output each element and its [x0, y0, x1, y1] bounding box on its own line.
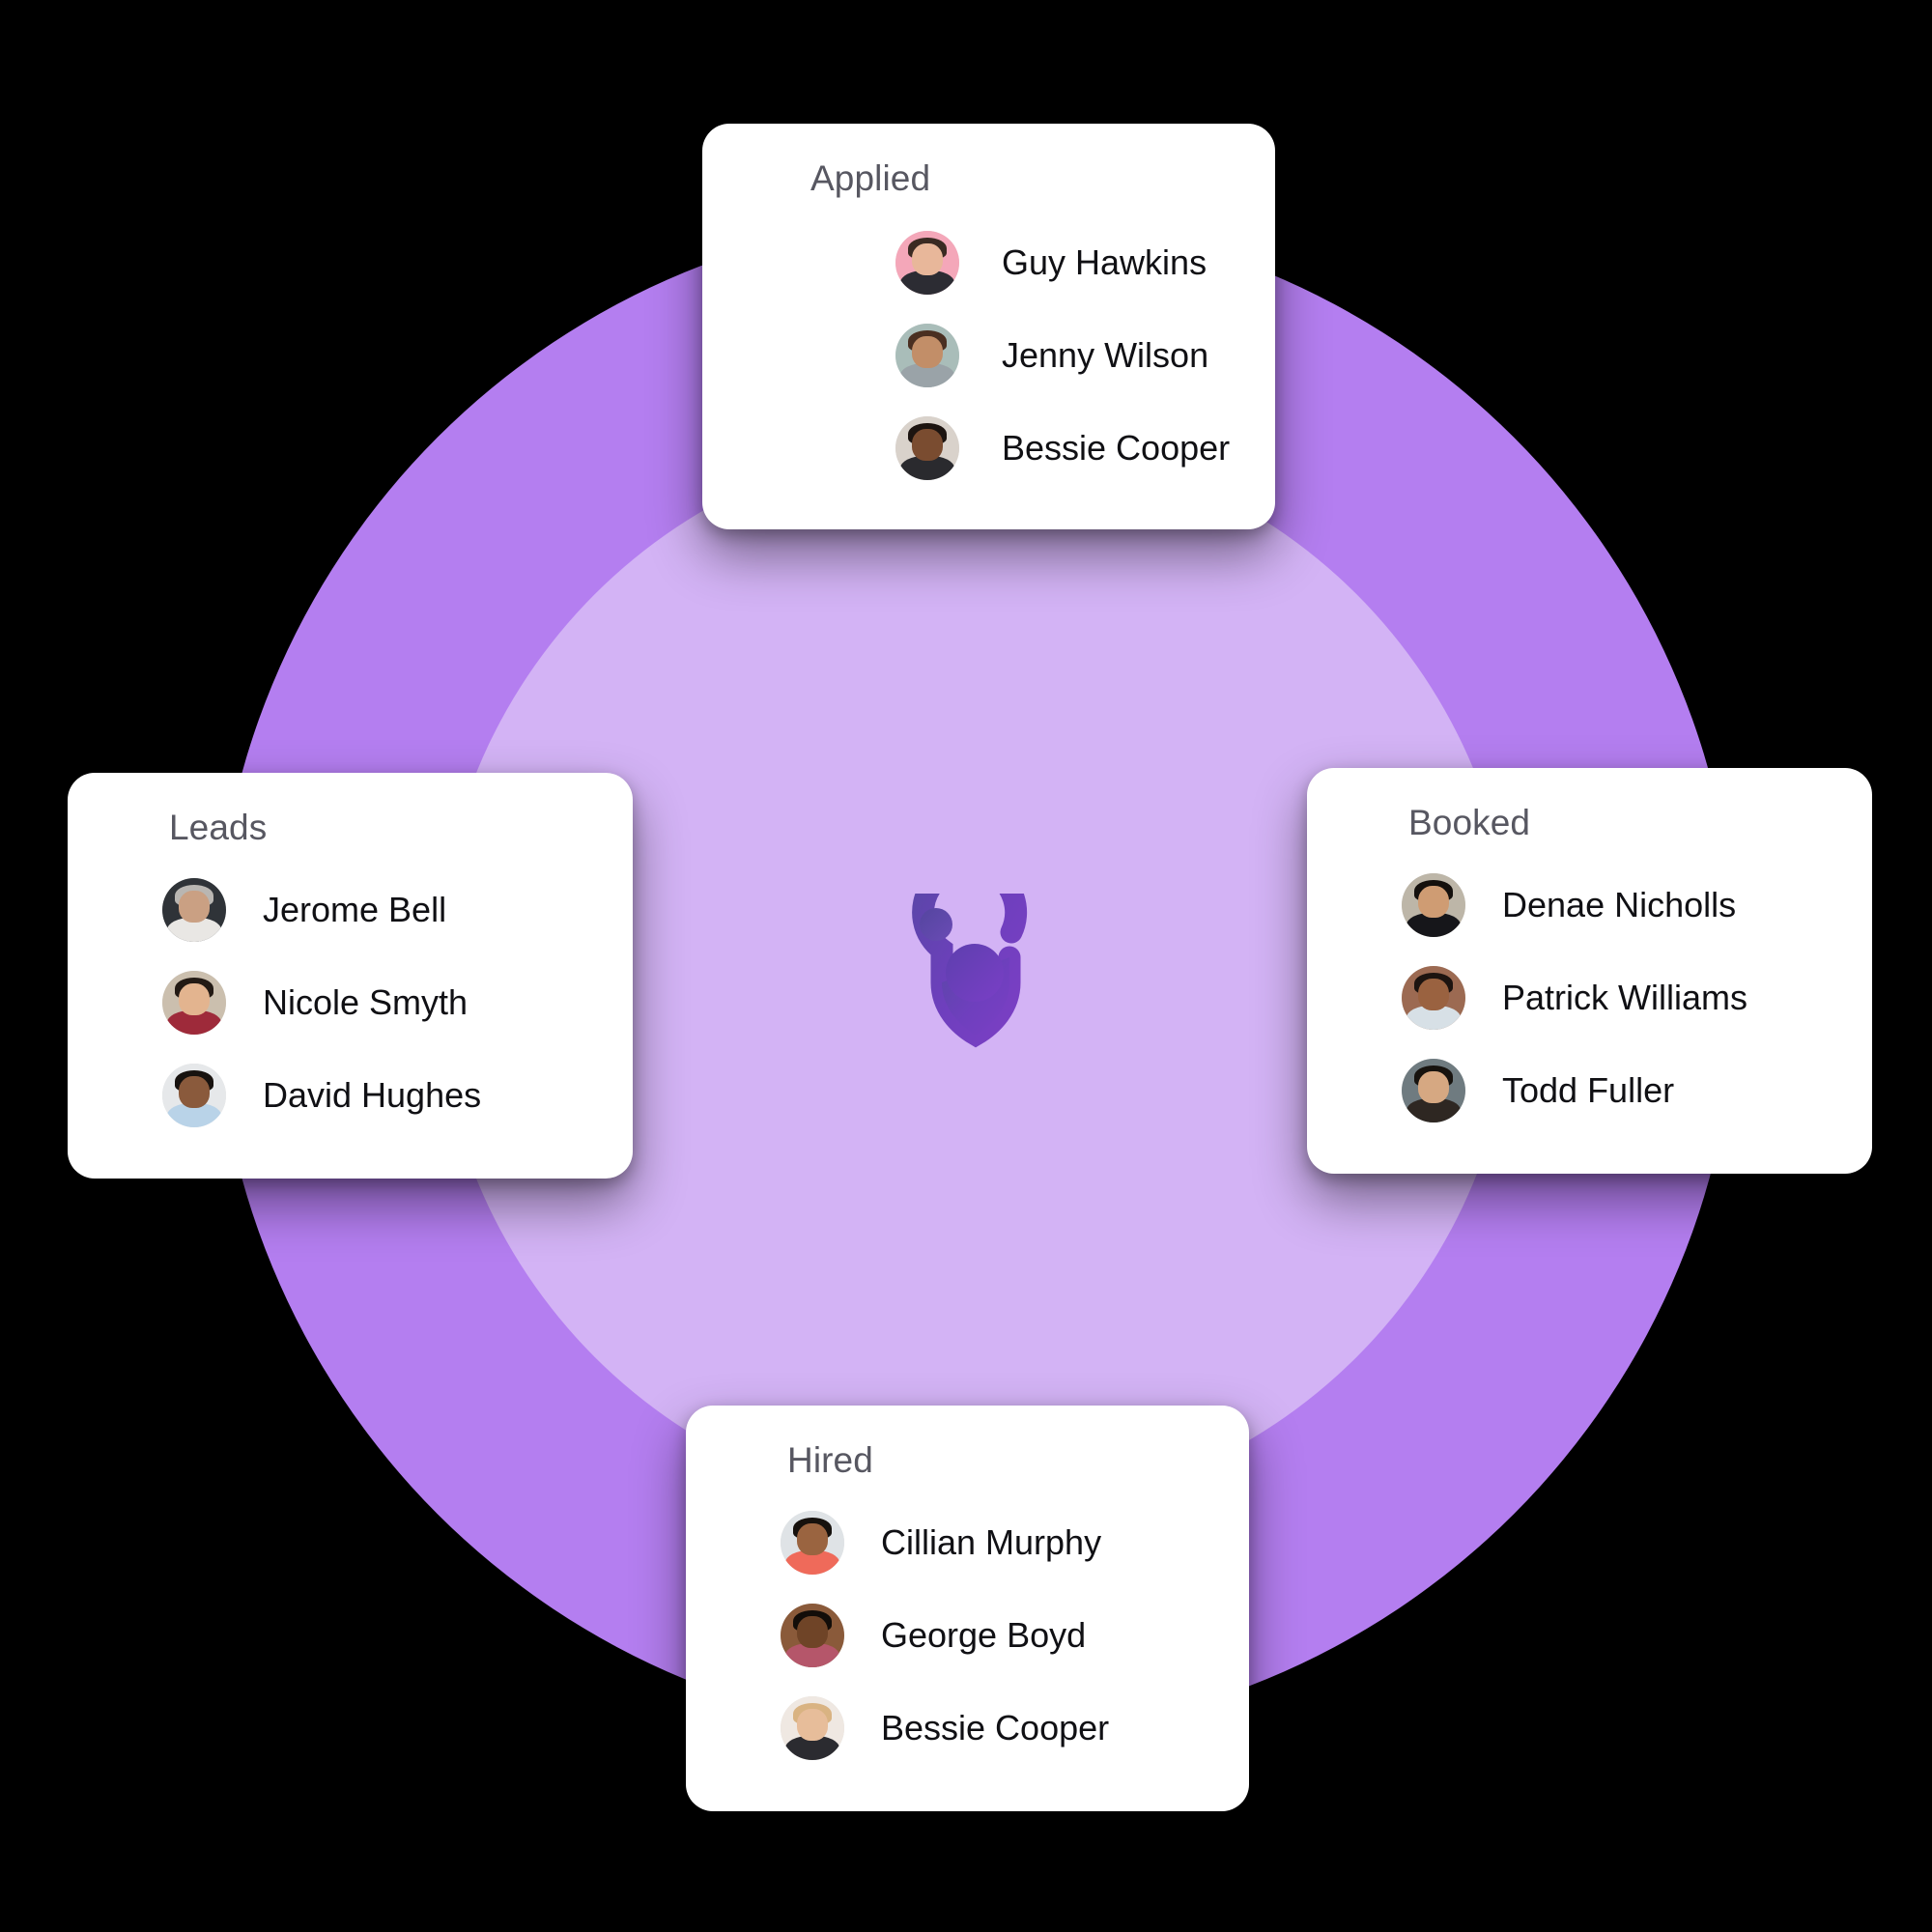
- card-booked-person-list: Denae Nicholls Patrick Williams Todd Ful…: [1307, 873, 1872, 1122]
- person-name: Denae Nicholls: [1502, 885, 1737, 924]
- card-booked[interactable]: Booked Denae Nicholls Patrick Williams T…: [1307, 768, 1872, 1174]
- list-item[interactable]: George Boyd: [781, 1604, 1249, 1667]
- person-name: Todd Fuller: [1502, 1070, 1675, 1110]
- avatar-david-hughes-icon: [162, 1064, 226, 1127]
- person-name: David Hughes: [263, 1075, 482, 1115]
- avatar-patrick-williams-icon: [1402, 966, 1465, 1030]
- avatar-jenny-wilson-icon: [895, 324, 959, 387]
- card-leads[interactable]: Leads Jerome Bell Nicole Smyth David Hug…: [68, 773, 633, 1179]
- list-item[interactable]: Jerome Bell: [162, 878, 633, 942]
- avatar-nicole-smyth-icon: [162, 971, 226, 1035]
- avatar-cillian-murphy-icon: [781, 1511, 844, 1575]
- avatar-bessie-cooper-2-icon: [781, 1696, 844, 1760]
- card-booked-title: Booked: [1408, 803, 1531, 842]
- person-name: Guy Hawkins: [1002, 242, 1208, 282]
- avatar-bessie-cooper-icon: [895, 416, 959, 480]
- card-hired[interactable]: Hired Cillian Murphy George Boyd Bessie …: [686, 1406, 1249, 1811]
- person-name: Nicole Smyth: [263, 982, 469, 1022]
- list-item[interactable]: Nicole Smyth: [162, 971, 633, 1035]
- pipeline-diagram: Applied Guy Hawkins Jenny Wilson Bessie …: [0, 0, 1932, 1932]
- person-name: Bessie Cooper: [1002, 428, 1231, 468]
- card-leads-person-list: Jerome Bell Nicole Smyth David Hughes: [68, 878, 633, 1127]
- person-name: Bessie Cooper: [881, 1708, 1110, 1747]
- card-applied-title: Applied: [810, 158, 931, 198]
- person-name: Patrick Williams: [1502, 978, 1748, 1017]
- avatar-jerome-bell-icon: [162, 878, 226, 942]
- person-name: Jerome Bell: [263, 890, 447, 929]
- card-leads-title: Leads: [169, 808, 268, 847]
- list-item[interactable]: Guy Hawkins: [895, 231, 1275, 295]
- list-item[interactable]: David Hughes: [162, 1064, 633, 1127]
- list-item[interactable]: Cillian Murphy: [781, 1511, 1249, 1575]
- person-name: Cillian Murphy: [881, 1522, 1102, 1562]
- avatar-george-boyd-icon: [781, 1604, 844, 1667]
- list-item[interactable]: Bessie Cooper: [895, 416, 1275, 480]
- avatar-todd-fuller-icon: [1402, 1059, 1465, 1122]
- list-item[interactable]: Bessie Cooper: [781, 1696, 1249, 1760]
- card-applied[interactable]: Applied Guy Hawkins Jenny Wilson Bessie …: [702, 124, 1275, 529]
- list-item[interactable]: Jenny Wilson: [895, 324, 1275, 387]
- list-item[interactable]: Denae Nicholls: [1402, 873, 1872, 937]
- person-name: Jenny Wilson: [1002, 335, 1209, 375]
- card-hired-person-list: Cillian Murphy George Boyd Bessie Cooper: [686, 1511, 1249, 1760]
- list-item[interactable]: Patrick Williams: [1402, 966, 1872, 1030]
- brand-logo: [903, 894, 1048, 1048]
- avatar-guy-hawkins-icon: [895, 231, 959, 295]
- card-hired-title: Hired: [787, 1440, 873, 1480]
- person-name: George Boyd: [881, 1615, 1087, 1655]
- card-applied-person-list: Guy Hawkins Jenny Wilson Bessie Cooper: [702, 231, 1275, 480]
- avatar-denae-nicholls-icon: [1402, 873, 1465, 937]
- list-item[interactable]: Todd Fuller: [1402, 1059, 1872, 1122]
